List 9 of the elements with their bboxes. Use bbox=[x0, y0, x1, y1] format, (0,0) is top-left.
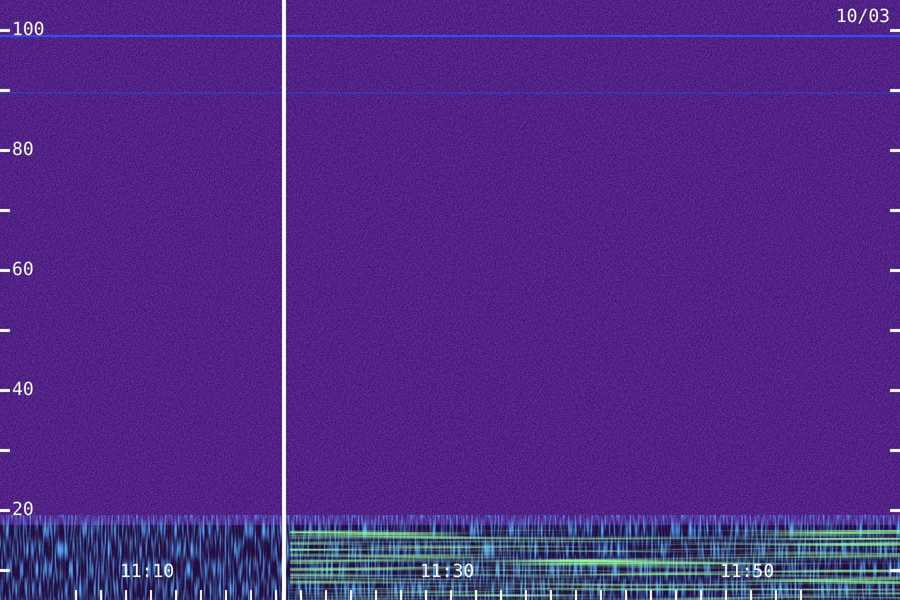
date-label: 10/03 bbox=[836, 6, 890, 28]
time-label: 11:10 bbox=[120, 561, 174, 583]
axis-label: 20 bbox=[12, 499, 34, 521]
axis-label: 100 bbox=[12, 19, 45, 41]
time-label: 11:50 bbox=[720, 561, 774, 583]
time-label: 11:30 bbox=[420, 561, 474, 583]
axis-label: 60 bbox=[12, 259, 34, 281]
axis-label: 80 bbox=[12, 139, 34, 161]
axis-label: 40 bbox=[12, 379, 34, 401]
